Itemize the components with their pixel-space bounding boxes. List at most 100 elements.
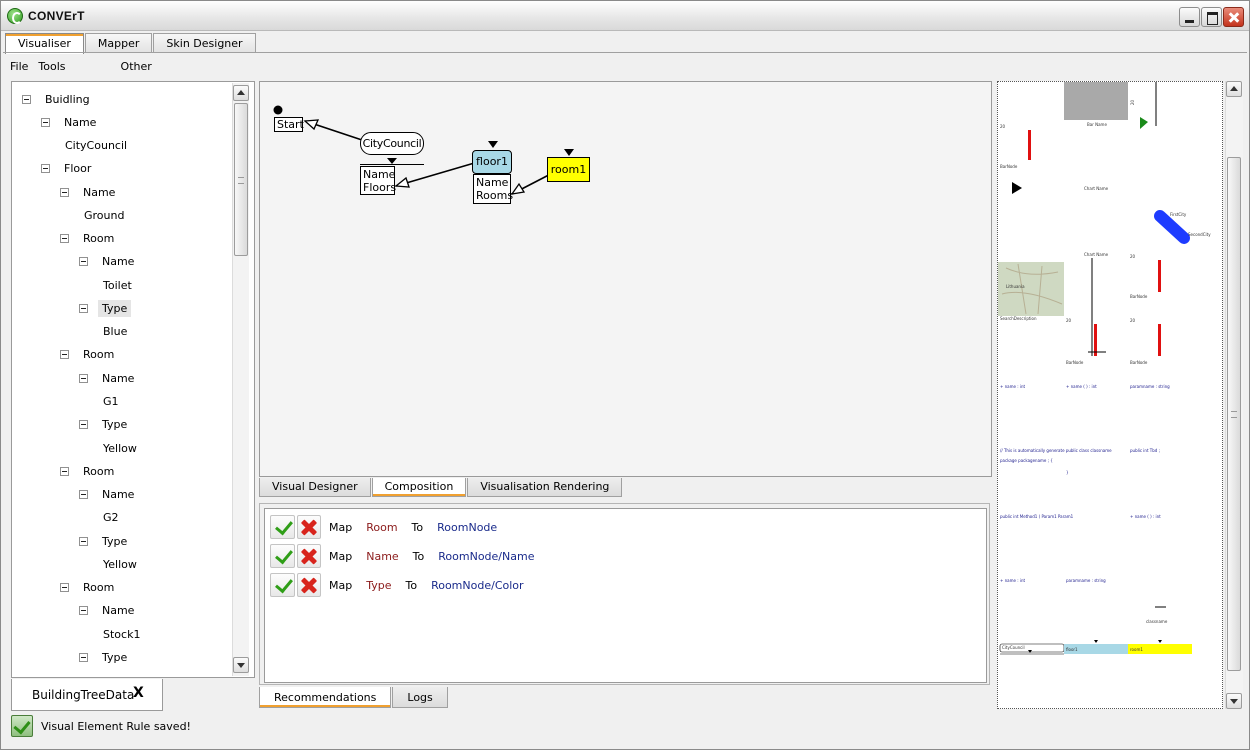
tree-node-label: Type: [102, 650, 128, 664]
tree-node[interactable]: Ground: [80, 205, 128, 225]
tree-node[interactable]: Room: [60, 578, 118, 598]
preview-floor-triangle: [1094, 640, 1098, 643]
city-council-node[interactable]: CityCouncil: [360, 132, 424, 155]
floor-field-name: Name: [476, 176, 509, 189]
tab-strip-divider: [3, 52, 1247, 53]
status-message: Visual Element Rule saved!: [41, 719, 191, 733]
tab-visualiser[interactable]: Visualiser: [5, 33, 84, 54]
scroll-down-button[interactable]: [233, 657, 249, 673]
scroll-down-button[interactable]: [1226, 693, 1242, 709]
tree-node[interactable]: Buidling: [22, 89, 94, 109]
collapse-toggle-icon[interactable]: [60, 187, 69, 197]
collapse-toggle-icon[interactable]: [79, 490, 88, 500]
skin-preview-panel[interactable]: Bar Name 20 BarNode Chart Name FirstCity…: [997, 81, 1223, 709]
city-council-fields[interactable]: Name Floors: [360, 166, 396, 195]
reject-rule-button[interactable]: [297, 544, 321, 568]
tree-node[interactable]: Stock1: [99, 624, 144, 644]
collapse-toggle-icon[interactable]: [79, 536, 88, 546]
tree-node[interactable]: Type: [79, 531, 131, 551]
tree-node[interactable]: Name: [79, 485, 138, 505]
tree-node[interactable]: Floor: [41, 159, 95, 179]
minimize-button[interactable]: [1179, 7, 1200, 27]
tab-visualisation-rendering[interactable]: Visualisation Rendering: [467, 478, 623, 497]
tree-node[interactable]: Name: [79, 601, 138, 621]
tree-node-label: Type: [102, 418, 128, 432]
rule-to-label: To: [412, 549, 425, 563]
tree-node[interactable]: Room: [60, 345, 118, 365]
tab-composition[interactable]: Composition: [371, 478, 467, 497]
preview-flt-city: CityCouncil: [1002, 645, 1025, 650]
tree-node[interactable]: Type: [79, 415, 131, 435]
tree-node[interactable]: Blue: [99, 322, 131, 342]
floor1-node[interactable]: floor1: [472, 150, 512, 174]
reject-rule-button[interactable]: [297, 573, 321, 597]
scroll-up-button[interactable]: [233, 85, 249, 101]
preview-scrollbar[interactable]: [1225, 81, 1243, 709]
collapse-toggle-icon[interactable]: [41, 117, 50, 127]
document-tab-building-tree-data[interactable]: BuildingTreeData X: [11, 679, 163, 711]
tree-node[interactable]: Type: [79, 647, 131, 667]
app-title: CONVErT: [28, 9, 85, 23]
document-tab-close-icon[interactable]: X: [133, 685, 144, 701]
collapse-toggle-icon[interactable]: [79, 257, 88, 267]
collapse-toggle-icon[interactable]: [79, 606, 88, 616]
tree-node[interactable]: CityCouncil: [61, 136, 131, 156]
tree-node[interactable]: Name: [79, 252, 138, 272]
room1-node[interactable]: room1: [547, 157, 590, 182]
tree-node[interactable]: Name: [41, 112, 100, 132]
scroll-thumb[interactable]: [234, 103, 248, 256]
preview-bar-node: BarNode: [1000, 164, 1018, 169]
tree-node[interactable]: Name: [60, 182, 119, 202]
collapse-toggle-icon[interactable]: [79, 420, 88, 430]
tree-node[interactable]: Yellow: [99, 438, 141, 458]
close-button[interactable]: [1223, 7, 1244, 27]
collapse-toggle-icon[interactable]: [22, 94, 31, 104]
accept-rule-button[interactable]: [270, 544, 295, 568]
edge-city-start-arrow: [303, 119, 320, 131]
accept-rule-button[interactable]: [270, 573, 295, 597]
tree-node[interactable]: Type: [79, 298, 132, 318]
checkmark-icon: [11, 715, 33, 737]
tree-node[interactable]: Room: [60, 461, 118, 481]
floor1-fields[interactable]: Name Rooms: [473, 174, 513, 204]
tab-mapper[interactable]: Mapper: [84, 33, 153, 53]
tree-node[interactable]: Name: [79, 368, 138, 388]
collapse-toggle-icon[interactable]: [79, 303, 88, 313]
tab-skin-designer[interactable]: Skin Designer: [153, 33, 256, 53]
tab-logs[interactable]: Logs: [392, 687, 448, 708]
collapse-toggle-icon[interactable]: [41, 164, 50, 174]
rule-source: Type: [366, 578, 392, 592]
collapse-toggle-icon[interactable]: [79, 652, 88, 662]
tree-scrollbar[interactable]: [232, 83, 249, 676]
tree-node[interactable]: Toilet: [99, 275, 136, 295]
accept-rule-button[interactable]: [270, 515, 295, 539]
main-tabs: Visualiser Mapper Skin Designer: [5, 33, 257, 54]
start-node[interactable]: Start: [274, 117, 304, 132]
tree-node[interactable]: G1: [99, 392, 123, 412]
collapse-toggle-icon[interactable]: [79, 373, 88, 383]
tree-node-label: Name: [102, 604, 135, 618]
tree-node-label: G1: [103, 395, 119, 408]
tree-node[interactable]: Yellow: [99, 554, 141, 574]
tab-recommendations[interactable]: Recommendations: [259, 687, 392, 708]
menu-tools[interactable]: Tools: [33, 55, 70, 77]
reject-rule-button[interactable]: [297, 515, 321, 539]
collapse-toggle-icon[interactable]: [60, 350, 69, 360]
recommendations-panel: Map Room To RoomNode Map Name To RoomNod…: [259, 503, 990, 685]
preview-flt-room: room1: [1130, 647, 1143, 652]
tree-node[interactable]: Room: [60, 229, 118, 249]
design-canvas[interactable]: Start CityCouncil Name Floors floor1 Nam…: [259, 81, 992, 477]
preview-code-line: paramname : string: [1130, 384, 1170, 389]
collapse-toggle-icon[interactable]: [60, 234, 69, 244]
preview-map-city: Lithuania: [1006, 284, 1025, 289]
scroll-up-button[interactable]: [1226, 81, 1242, 97]
tree-node[interactable]: G2: [99, 508, 123, 528]
collapse-toggle-icon[interactable]: [60, 583, 69, 593]
tab-visual-designer[interactable]: Visual Designer: [259, 478, 371, 497]
scroll-thumb[interactable]: [1227, 157, 1241, 671]
preview-bar-4: [1158, 324, 1161, 356]
collapse-toggle-icon[interactable]: [60, 466, 69, 476]
menu-file[interactable]: File: [5, 55, 33, 77]
maximize-button[interactable]: [1201, 7, 1222, 27]
menu-other[interactable]: Other: [116, 55, 157, 77]
